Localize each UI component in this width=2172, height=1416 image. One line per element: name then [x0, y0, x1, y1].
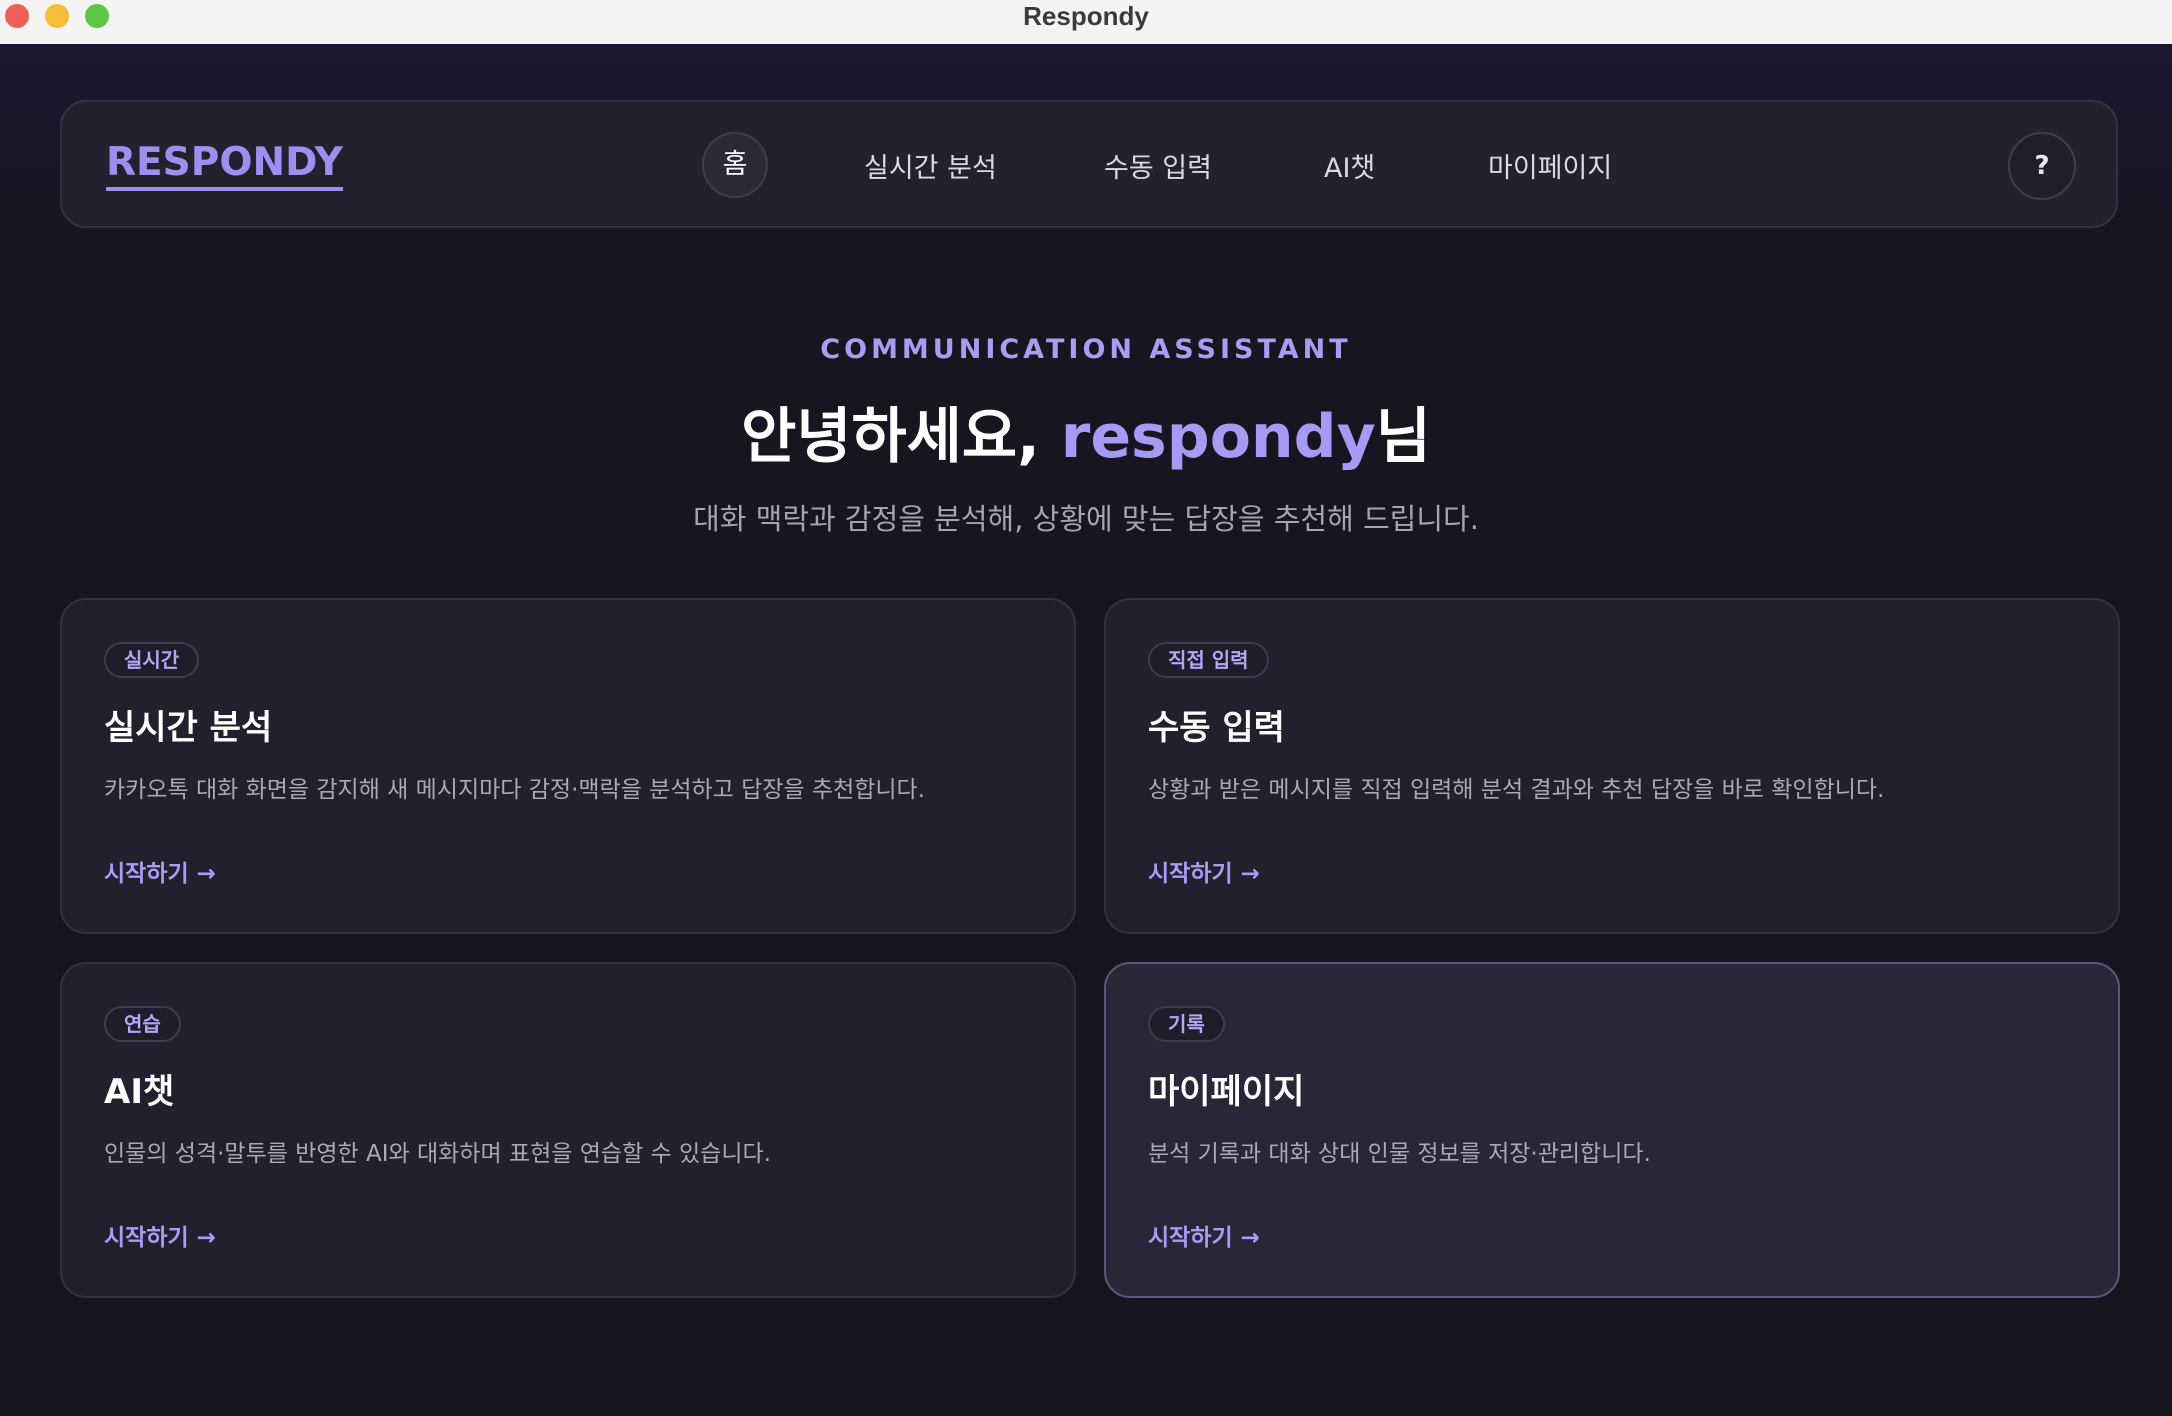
card-start-link[interactable]: 시작하기 → [104, 1218, 216, 1252]
feature-card-mypage[interactable]: 기록 마이페이지 분석 기록과 대화 상대 인물 정보를 저장·관리합니다. 시… [1104, 962, 2120, 1298]
nav-item-ai-chat[interactable]: AI챗 [1324, 146, 1375, 185]
nav-item-manual-input[interactable]: 수동 입력 [1104, 146, 1212, 185]
card-start-link[interactable]: 시작하기 → [104, 854, 216, 888]
card-start-link[interactable]: 시작하기 → [1148, 1218, 1260, 1252]
greeting-username: respondy [1060, 402, 1376, 472]
card-badge: 실시간 [104, 642, 200, 678]
nav-item-mypage[interactable]: 마이페이지 [1488, 146, 1612, 185]
nav-item-realtime-analysis[interactable]: 실시간 분석 [864, 146, 997, 185]
feature-card-manual-input[interactable]: 직접 입력 수동 입력 상황과 받은 메시지를 직접 입력해 분석 결과와 추천… [1104, 598, 2120, 934]
card-badge: 연습 [104, 1006, 181, 1042]
card-description: 상황과 받은 메시지를 직접 입력해 분석 결과와 추천 답장을 바로 확인합니… [1148, 777, 1885, 803]
card-title: AI챗 [104, 1072, 175, 1112]
greeting-prefix: 안녕하세요, [741, 402, 1061, 472]
card-title: 수동 입력 [1148, 708, 1285, 748]
card-badge: 기록 [1148, 1006, 1225, 1042]
card-start-link[interactable]: 시작하기 → [1148, 854, 1260, 888]
feature-card-ai-chat[interactable]: 연습 AI챗 인물의 성격·말투를 반영한 AI와 대화하며 표현을 연습할 수… [60, 962, 1076, 1298]
help-button[interactable]: ? [2008, 132, 2076, 200]
hero-greeting: 안녕하세요, respondy님 [0, 388, 2172, 475]
hero-eyebrow: COMMUNICATION ASSISTANT [820, 334, 1352, 365]
card-description: 인물의 성격·말투를 반영한 AI와 대화하며 표현을 연습할 수 있습니다. [104, 1141, 771, 1167]
card-title: 마이페이지 [1148, 1072, 1305, 1112]
nav-item-home[interactable]: 홈 [702, 132, 768, 198]
card-description: 분석 기록과 대화 상대 인물 정보를 저장·관리합니다. [1148, 1141, 1651, 1167]
card-title: 실시간 분석 [104, 708, 273, 748]
greeting-suffix: 님 [1375, 402, 1431, 472]
card-badge: 직접 입력 [1148, 642, 1269, 678]
top-navigation: RESPONDY 홈 실시간 분석 수동 입력 AI챗 마이페이지 ? [60, 100, 2118, 228]
feature-card-realtime-analysis[interactable]: 실시간 실시간 분석 카카오톡 대화 화면을 감지해 새 메시지마다 감정·맥락… [60, 598, 1076, 934]
brand-logo[interactable]: RESPONDY [106, 140, 343, 191]
app-content: RESPONDY 홈 실시간 분석 수동 입력 AI챗 마이페이지 ? COMM… [0, 44, 2172, 1416]
window-title: Respondy [1023, 1, 1149, 31]
hero-subtitle: 대화 맥락과 감정을 분석해, 상황에 맞는 답장을 추천해 드립니다. [693, 502, 1479, 536]
window-titlebar: Respondy [0, 0, 2172, 45]
card-description: 카카오톡 대화 화면을 감지해 새 메시지마다 감정·맥락을 분석하고 답장을 … [104, 777, 926, 803]
